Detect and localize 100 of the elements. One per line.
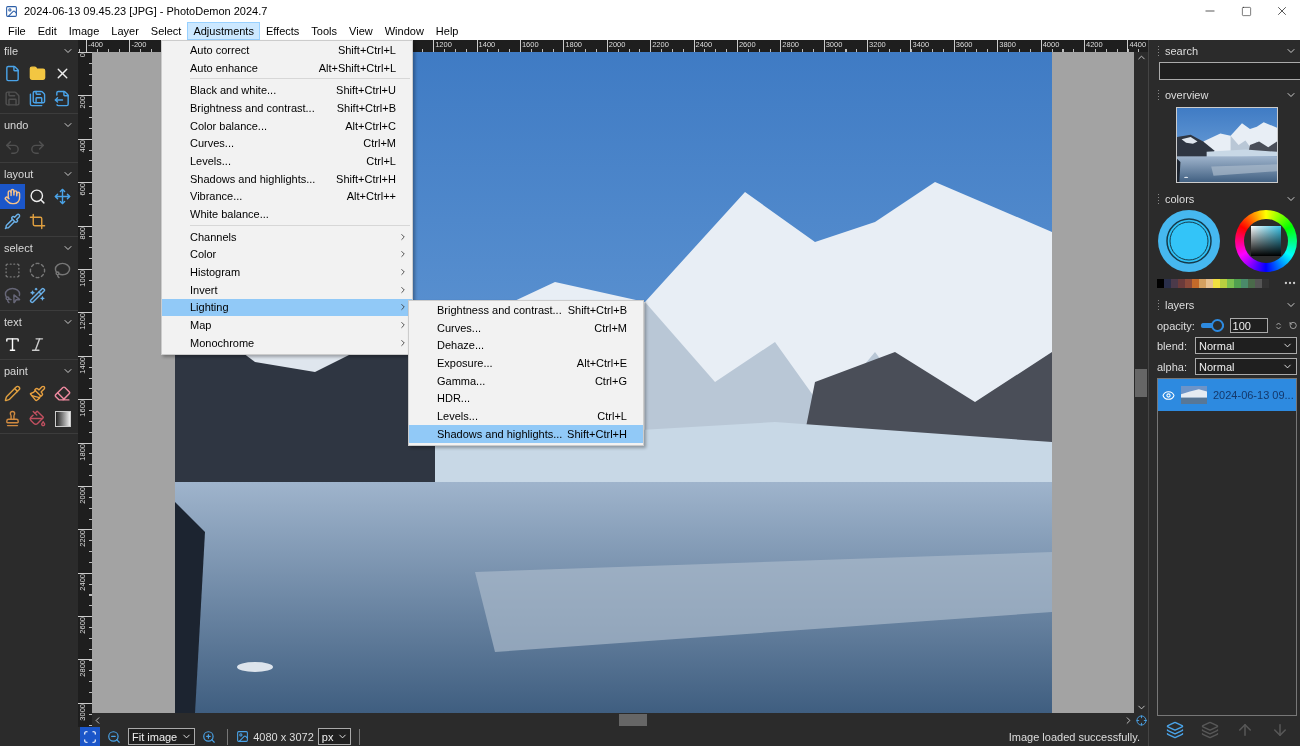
layer-name: 2024-06-13 09... [1213, 389, 1294, 401]
maximize-icon [1240, 5, 1252, 17]
menu-item-label: Auto enhance [190, 61, 259, 74]
menu-item[interactable]: Help [429, 22, 465, 40]
undo-icon [4, 139, 21, 156]
menu-item[interactable]: Gamma... Ctrl+G [409, 371, 643, 390]
menu-item-label: White balance... [190, 208, 270, 221]
shortcut: Alt+Shift+Ctrl+L [318, 61, 396, 74]
field-label: blend: [1157, 339, 1188, 352]
menu-item[interactable]: Levels... Ctrl+L [162, 152, 412, 170]
shortcut: Ctrl+L [597, 409, 627, 422]
opacity-slider[interactable] [1200, 319, 1224, 332]
section-title: file [4, 44, 19, 57]
menu-item[interactable]: Map [162, 316, 412, 334]
menu-item[interactable]: Brightness and contrast... Shift+Ctrl+B [162, 99, 412, 117]
blend-dropdown[interactable]: Normal [1195, 337, 1297, 354]
menu-item-label: Shadows and highlights... [437, 427, 564, 440]
menu-item[interactable]: Select [144, 22, 188, 40]
menu-item[interactable]: Black and white... Shift+Ctrl+U [162, 81, 412, 100]
menu-item-label: Brightness and contrast... [437, 303, 563, 316]
menu-item-label: Curves... [190, 137, 235, 150]
menu-item-label: Auto correct [190, 43, 251, 56]
menu-item[interactable]: Invert [162, 280, 412, 299]
menu-item[interactable]: Curves... Ctrl+M [162, 134, 412, 153]
menu-item[interactable]: Dehaze... [409, 336, 643, 355]
menu-item[interactable]: Edit [31, 22, 63, 40]
menu-item[interactable]: File [2, 22, 32, 40]
shortcut: Alt+Ctrl+C [345, 119, 396, 132]
menu-item[interactable]: HDR... [409, 389, 643, 408]
document-icon [4, 65, 21, 82]
scrollbar-thumb[interactable] [619, 714, 647, 726]
status-message: Image loaded successfully. [1008, 730, 1140, 743]
menu-item[interactable]: View [343, 22, 379, 40]
panel-title: overview [1165, 89, 1210, 101]
panel-title: colors [1165, 193, 1196, 205]
lasso-icon [54, 262, 71, 279]
menu-item[interactable]: Exposure... Alt+Ctrl+E [409, 354, 643, 372]
menu-item[interactable]: Brightness and contrast... Shift+Ctrl+B [409, 301, 643, 319]
menu-item[interactable]: Monochrome [162, 334, 412, 352]
eye-icon[interactable] [1162, 388, 1175, 402]
shortcut: Shift+Ctrl+U [336, 84, 396, 97]
menu-item[interactable]: Shadows and highlights... Shift+Ctrl+H [162, 169, 412, 188]
window-title: 2024-06-13 09.45.23 [JPG] - PhotoDemon 2024.7 [24, 5, 269, 17]
folder-icon [29, 65, 46, 82]
menu-item[interactable]: Shadows and highlights... Shift+Ctrl+H [409, 424, 643, 443]
section-title: paint [4, 364, 28, 377]
menu-item[interactable]: Auto correct Shift+Ctrl+L [162, 41, 412, 59]
menu-item[interactable]: Color [162, 245, 412, 264]
zoom-dropdown[interactable]: Fit image [128, 728, 196, 745]
menu-item[interactable]: Effects [259, 22, 306, 40]
zoom-out-icon [107, 729, 121, 744]
menu-item-label: Color [190, 248, 218, 261]
menu-item[interactable]: Curves... Ctrl+M [409, 318, 643, 337]
zoom-in-icon [202, 729, 217, 744]
add-layer-button[interactable] [1164, 720, 1185, 739]
search-field[interactable] [1159, 62, 1300, 80]
menu-item-label: Exposure... [437, 356, 494, 369]
eraser-icon [54, 385, 71, 402]
unit-dropdown[interactable]: px [317, 728, 352, 745]
section-title: select [4, 241, 33, 254]
app-icon [5, 4, 18, 18]
slider-thumb[interactable] [1210, 319, 1224, 332]
shortcut: Shift+Ctrl+H [567, 427, 627, 440]
opacity-field[interactable]: 100 [1229, 318, 1268, 333]
section-title: layout [4, 167, 34, 180]
menu-item-label: Black and white... [190, 84, 278, 97]
field-label: opacity: [1157, 319, 1195, 332]
menu-item-label: Shadows and highlights... [190, 172, 317, 185]
menu-item[interactable]: Layer [105, 22, 145, 40]
layers-icon [1200, 720, 1219, 739]
menu-item[interactable]: Lighting [162, 298, 412, 317]
color-wheel[interactable] [1157, 209, 1221, 273]
menu-item[interactable]: Adjustments [187, 22, 260, 40]
eyedropper-icon [4, 213, 21, 230]
menu-item[interactable]: Histogram [162, 263, 412, 281]
menu-item[interactable]: Image [62, 22, 106, 40]
menu-item[interactable]: Vibrance... Alt+Ctrl++ [162, 187, 412, 206]
section-title: undo [4, 118, 29, 131]
menu-item[interactable]: Window [378, 22, 430, 40]
hand-tool[interactable] [0, 184, 25, 209]
fit-screen-button[interactable] [80, 727, 100, 746]
palette-strip[interactable] [1157, 278, 1269, 288]
shortcut: Alt+Ctrl+E [576, 356, 627, 369]
scrollbar-thumb[interactable] [1135, 368, 1147, 397]
menu-item[interactable]: White balance... [162, 205, 412, 223]
brush-icon [29, 385, 46, 402]
export-icon [54, 90, 71, 107]
polygon-lasso-icon [4, 287, 21, 304]
menu-item[interactable]: Tools [305, 22, 344, 40]
menu-item[interactable]: Levels... Ctrl+L [409, 407, 643, 425]
panel-title: layers [1165, 299, 1196, 311]
center-view-icon[interactable] [1135, 714, 1147, 726]
reset-icon[interactable] [1288, 320, 1297, 331]
shortcut: Shift+Ctrl+H [336, 172, 396, 185]
menu-item[interactable]: Auto enhance Alt+Shift+Ctrl+L [162, 58, 412, 77]
menu-item[interactable]: Channels [162, 227, 412, 246]
shortcut: Ctrl+M [363, 137, 396, 150]
alpha-dropdown[interactable]: Normal [1195, 358, 1297, 375]
shortcut: Alt+Ctrl++ [346, 190, 396, 203]
menu-item[interactable]: Color balance... Alt+Ctrl+C [162, 116, 412, 135]
